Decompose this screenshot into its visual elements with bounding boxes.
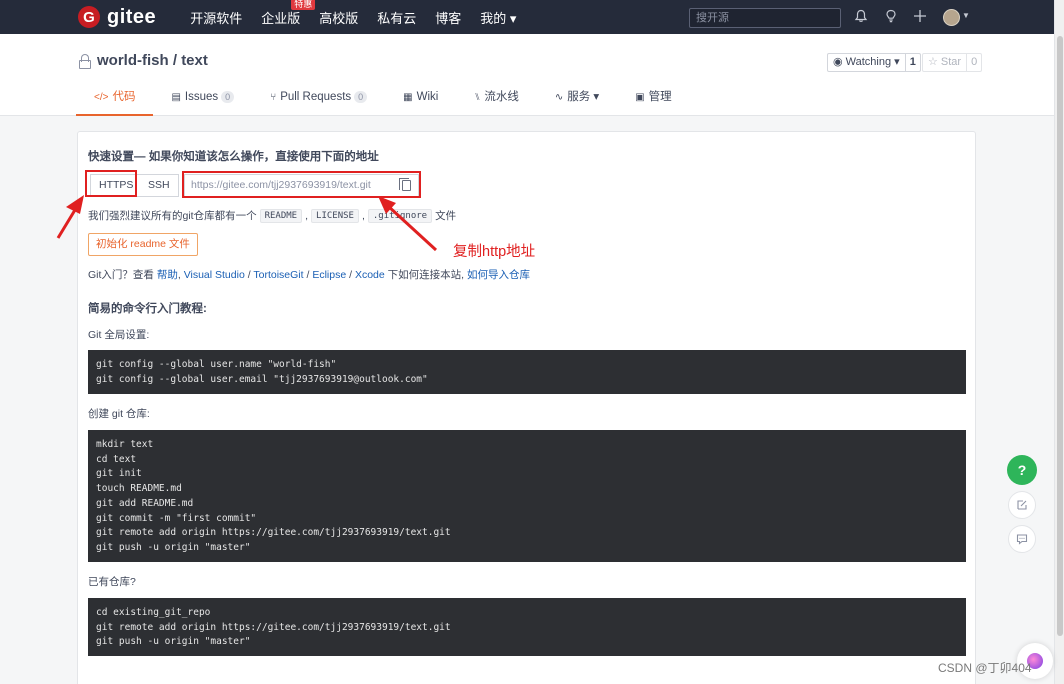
page-scrollbar[interactable] (1054, 0, 1064, 684)
nav-menu: 开源软件 企业版 特惠 高校版 私有云 博客 我的 ▾ (190, 0, 535, 27)
git-help-links: Git入门？查看 帮助, Visual Studio / TortoiseGit… (88, 269, 530, 281)
init-readme-button[interactable]: 初始化 readme 文件 (88, 233, 198, 256)
ssh-button[interactable]: SSH (140, 174, 179, 197)
tab-services[interactable]: ∿ 服务 ▾ (537, 84, 617, 116)
search-input[interactable]: 搜开源 (689, 8, 841, 28)
nav-item-blog[interactable]: 博客 (435, 8, 461, 27)
watch-count: 1 (909, 56, 916, 68)
tab-pull-requests[interactable]: ⑂ Pull Requests 0 (252, 84, 385, 116)
quick-setup-card: 快速设置— 如果你知道该怎么操作，直接使用下面的地址 HTTPS SSH htt… (77, 131, 976, 684)
chevron-down-icon[interactable]: ▼ (962, 11, 970, 20)
bell-icon[interactable] (853, 9, 869, 25)
gitignore-tag: .gitignore (367, 208, 433, 223)
tab-code[interactable]: </> 代码 (76, 84, 154, 116)
code-block-global: git config --global user.name "world-fis… (88, 350, 966, 394)
nav-item-mine[interactable]: 我的 ▾ (480, 8, 516, 27)
lock-icon (78, 53, 92, 69)
link-eclipse[interactable]: Eclipse (312, 269, 346, 281)
star-count: 0 (971, 56, 978, 68)
eye-icon: ◉ (833, 56, 846, 68)
watch-label: ◉ Watching ▾ (828, 54, 906, 71)
link-xcode[interactable]: Xcode (355, 269, 385, 281)
manage-icon: ▣ (635, 92, 645, 103)
existing-repo-label: 已有仓库? (88, 576, 136, 588)
nav-item-education[interactable]: 高校版 (319, 8, 358, 27)
plus-icon[interactable] (912, 9, 928, 25)
nav-item-enterprise-label: 企业版 (261, 10, 301, 26)
link-tortoisegit[interactable]: TortoiseGit (253, 269, 303, 281)
annotation-box-url (182, 171, 421, 198)
nav-item-private-cloud[interactable]: 私有云 (377, 8, 416, 27)
star-label: ☆ Star (923, 54, 968, 71)
repo-name-link[interactable]: text (181, 52, 208, 69)
help-button[interactable]: ? (1007, 455, 1037, 485)
tab-wiki[interactable]: ▦ Wiki (385, 84, 456, 116)
code-block-existing: cd existing_git_repo git remote add orig… (88, 598, 966, 656)
edit-icon[interactable] (1008, 491, 1036, 519)
wiki-icon: ▦ (403, 92, 413, 103)
chat-icon[interactable] (1008, 525, 1036, 553)
repo-separator: / (168, 52, 182, 69)
license-tag: LICENSE (311, 208, 359, 223)
star-button[interactable]: ☆ Star 0 (922, 53, 983, 72)
gitee-logo[interactable]: G gitee (78, 6, 156, 29)
code-block-create: mkdir text cd text git init touch README… (88, 430, 966, 562)
nav-item-open-source[interactable]: 开源软件 (190, 8, 242, 27)
avatar[interactable] (943, 9, 960, 26)
code-icon: </> (94, 92, 109, 103)
global-settings-label: Git 全局设置: (88, 329, 150, 341)
annotation-box-https (85, 170, 137, 197)
top-navbar: G gitee 开源软件 企业版 特惠 高校版 私有云 博客 我的 ▾ 搜开源 … (0, 0, 1064, 34)
logo-mark: G (78, 6, 100, 28)
tab-manage[interactable]: ▣ 管理 (617, 84, 689, 116)
link-import-repo[interactable]: 如何导入仓库 (467, 269, 530, 281)
readme-tag: README (259, 208, 303, 223)
tab-issues[interactable]: ▤ Issues 0 (153, 84, 252, 116)
promo-badge: 特惠 (291, 0, 316, 10)
tab-pipeline[interactable]: ⑊ 流水线 (456, 84, 537, 116)
repo-header: world-fish / text ◉ Watching ▾ 1 ☆ Star … (0, 34, 1054, 116)
link-help[interactable]: 帮助 (157, 269, 178, 281)
repo-title: world-fish / text (78, 52, 208, 69)
create-repo-label: 创建 git 仓库: (88, 408, 150, 420)
link-visual-studio[interactable]: Visual Studio (184, 269, 245, 281)
suggest-text: 我们强烈建议所有的git仓库都有一个 README, LICENSE, .git… (88, 208, 457, 223)
repo-tabs: </> 代码 ▤ Issues 0 ⑂ Pull Requests 0 ▦ Wiki ⑊ 流水… (76, 84, 690, 116)
pipeline-icon: ⑊ (474, 92, 481, 103)
annotation-copy-http: 复制http地址 (453, 244, 536, 260)
lightbulb-icon[interactable] (883, 9, 899, 25)
watermark: CSDN @丁卯404 (938, 661, 1032, 675)
services-icon: ∿ (554, 92, 564, 103)
quick-setup-title: 快速设置— 如果你知道该怎么操作，直接使用下面的地址 (88, 151, 379, 163)
issues-icon: ▤ (171, 92, 181, 103)
pull-request-icon: ⑂ (270, 92, 277, 103)
pull-requests-count: 0 (354, 91, 368, 103)
issues-count: 0 (221, 91, 235, 103)
tutorial-title: 简易的命令行入门教程: (88, 303, 207, 315)
logo-text: gitee (107, 5, 157, 28)
nav-item-enterprise[interactable]: 企业版 特惠 (261, 0, 316, 27)
scroll-thumb[interactable] (1057, 36, 1063, 636)
repo-owner-link[interactable]: world-fish (97, 52, 169, 69)
watch-button[interactable]: ◉ Watching ▾ 1 (827, 53, 921, 72)
